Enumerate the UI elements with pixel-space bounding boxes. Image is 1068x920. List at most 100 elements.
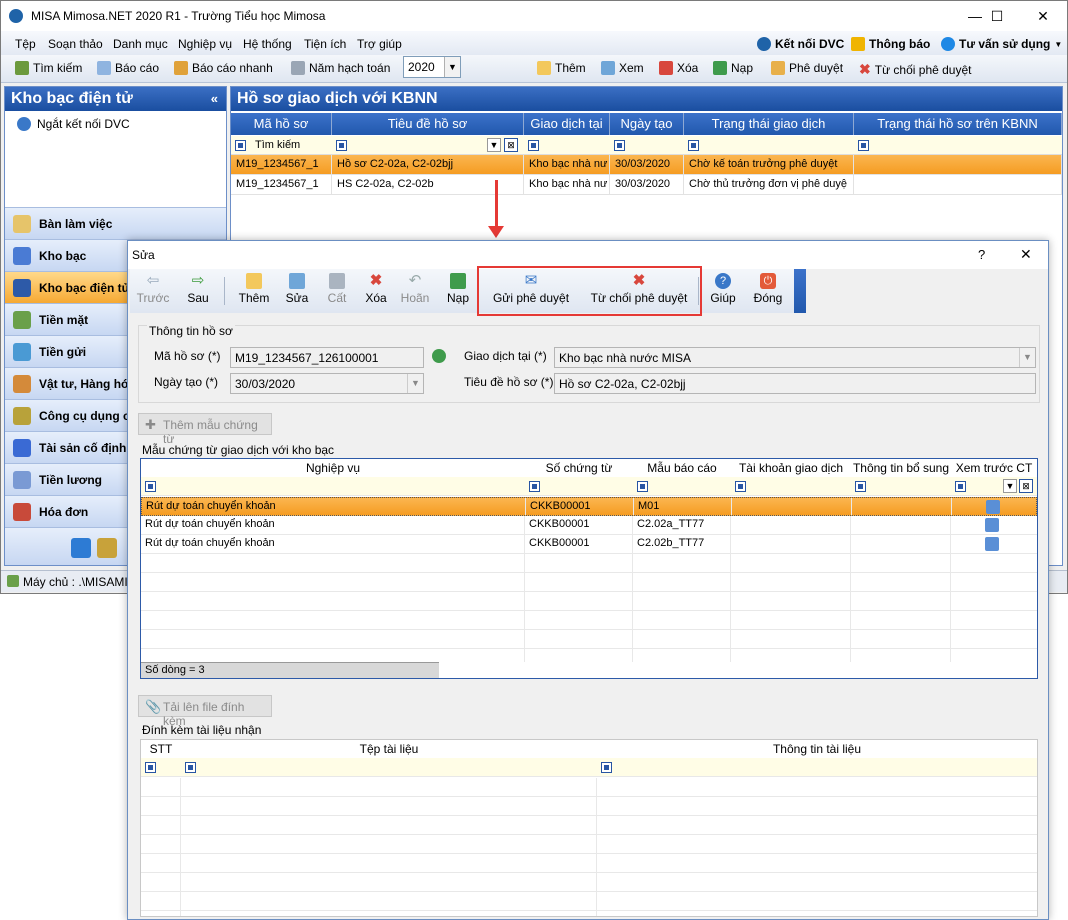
add-template-button[interactable]: ✚ Thêm mẫu chứng từ	[138, 413, 272, 446]
menu-file[interactable]: Tệp	[15, 37, 36, 51]
notifications-button[interactable]: Thông báo	[851, 37, 930, 51]
column-header[interactable]: Tiêu đề hồ sơ	[332, 113, 524, 135]
menu-edit[interactable]: Soạn thảo	[48, 37, 103, 51]
close-button[interactable]: ✕	[1021, 3, 1065, 29]
view-button[interactable]: Xem	[601, 61, 644, 75]
menu-utilities[interactable]: Tiện ích	[304, 37, 346, 51]
column-header[interactable]: Xem trước CT	[951, 459, 1037, 477]
filter-check-icon[interactable]	[614, 140, 625, 151]
column-header[interactable]: STT	[141, 740, 181, 758]
column-header[interactable]: Nghiệp vụ	[141, 459, 525, 477]
filter-check-icon[interactable]	[528, 140, 539, 151]
preview-icon[interactable]	[986, 500, 1000, 514]
dialog-help-button[interactable]: ?	[978, 247, 985, 262]
add-label: Thêm	[238, 291, 270, 305]
approve-button[interactable]: Phê duyệt	[771, 61, 843, 75]
column-header[interactable]: Mã hồ sơ	[231, 113, 332, 135]
column-header[interactable]: Ngày tạo	[610, 113, 684, 135]
filter-check-icon[interactable]	[336, 140, 347, 151]
filter-check-icon[interactable]	[688, 140, 699, 151]
date-field[interactable]: 30/03/2020 ▼	[230, 373, 424, 394]
filter-check-icon[interactable]	[145, 481, 156, 492]
menu-catalog[interactable]: Danh mục	[113, 37, 168, 51]
column-header[interactable]: Trạng thái hồ sơ trên KBNN	[854, 113, 1062, 135]
dialog-delete-button[interactable]: ✖ Xóa	[358, 269, 394, 313]
regenerate-icon[interactable]	[432, 349, 446, 363]
location-field[interactable]: Kho bạc nhà nước MISA ▼	[554, 347, 1036, 368]
chevron-down-icon[interactable]: ▼	[1003, 479, 1017, 493]
connect-dvc-button[interactable]: Kết nối DVC	[757, 37, 844, 51]
filter-search-text[interactable]: Tìm kiếm	[255, 139, 300, 151]
dialog-close-toolbar-button[interactable]: ⏻ Đóng	[748, 269, 788, 313]
prev-button[interactable]: ⇦ Trước	[136, 269, 170, 313]
dialog-refresh-button[interactable]: Nạp	[442, 269, 474, 313]
column-header[interactable]: Thông tin tài liệu	[597, 740, 1037, 758]
quick-report-button[interactable]: Báo cáo nhanh	[174, 61, 273, 75]
preview-icon[interactable]	[985, 518, 999, 532]
table-row[interactable]: M19_1234567_1 HS C2-02a, C2-02b Kho bạc …	[231, 175, 1062, 195]
templates-section-title: Mẫu chứng từ giao dịch với kho bạc	[142, 443, 335, 457]
column-header[interactable]: Trạng thái giao dịch	[684, 113, 854, 135]
collapse-icon[interactable]: «	[211, 91, 218, 106]
edit-icon	[289, 273, 305, 289]
dialog-undo-button[interactable]: ↶ Hoãn	[396, 269, 434, 313]
clear-filter-icon[interactable]: ⊠	[504, 138, 518, 152]
tools-icon	[13, 407, 31, 425]
book-icon[interactable]	[71, 538, 91, 558]
title-field[interactable]: Hồ sơ C2-02a, C2-02bjj	[554, 373, 1036, 394]
table-row[interactable]: Rút dự toán chuyển khoản CKKB00001 M01	[141, 497, 1037, 516]
next-button[interactable]: ⇨ Sau	[180, 269, 216, 313]
maximize-button[interactable]: ☐	[975, 3, 1019, 29]
table-row[interactable]: M19_1234567_1 Hồ sơ C2-02a, C2-02bjj Kho…	[231, 155, 1062, 175]
column-header[interactable]: Tài khoản giao dịch	[731, 459, 851, 477]
tools-shortcut-icon[interactable]	[97, 538, 117, 558]
delete-button[interactable]: Xóa	[659, 61, 698, 75]
add-button[interactable]: Thêm	[537, 61, 586, 75]
fiscal-year-select[interactable]: 2020 ▼	[403, 56, 461, 78]
menu-system[interactable]: Hệ thống	[243, 37, 292, 51]
nav-item-desk[interactable]: Bàn làm việc	[5, 207, 226, 239]
filter-check-icon[interactable]	[145, 762, 156, 773]
filter-check-icon[interactable]	[637, 481, 648, 492]
column-header[interactable]: Tệp tài liệu	[181, 740, 597, 758]
power-icon: ⏻	[760, 273, 776, 289]
menu-help[interactable]: Trợ giúp	[357, 37, 402, 51]
column-header[interactable]: Số chứng từ	[525, 459, 633, 477]
clear-filter-icon[interactable]: ⊠	[1019, 479, 1033, 493]
filter-check-icon[interactable]	[235, 140, 246, 151]
report-button[interactable]: Báo cáo	[97, 61, 159, 75]
code-field[interactable]: M19_1234567_126100001	[230, 347, 424, 368]
menu-operations[interactable]: Nghiệp vụ	[178, 37, 232, 51]
table-row[interactable]: Rút dự toán chuyển khoản CKKB00001 C2.02…	[141, 516, 1037, 535]
cell-voucher-no: CKKB00001	[525, 516, 633, 534]
dialog-save-button[interactable]: Cất	[320, 269, 354, 313]
preview-icon[interactable]	[985, 537, 999, 551]
dialog-close-button[interactable]: ✕	[1020, 246, 1032, 263]
column-header[interactable]: Giao dịch tại	[524, 113, 610, 135]
upload-attachment-button[interactable]: 📎 Tải lên file đính kèm	[138, 695, 272, 728]
attachments-grid-header: STT Tệp tài liệu Thông tin tài liệu	[141, 740, 1037, 758]
chevron-down-icon[interactable]: ▼	[487, 138, 501, 152]
cell-title: Hồ sơ C2-02a, C2-02bjj	[332, 155, 524, 174]
dialog-help-toolbar-button[interactable]: ? Giúp	[706, 269, 740, 313]
dialog-add-button[interactable]: Thêm	[234, 269, 274, 313]
nav-label: Tiền mặt	[39, 313, 89, 327]
filter-check-icon[interactable]	[185, 762, 196, 773]
left-panel-title: Kho bạc điện tử	[11, 90, 133, 107]
search-button[interactable]: Tìm kiếm	[15, 61, 82, 75]
filter-check-icon[interactable]	[855, 481, 866, 492]
filter-check-icon[interactable]	[955, 481, 966, 492]
reject-button[interactable]: ✖ Từ chối phê duyệt	[859, 61, 972, 78]
consult-button[interactable]: Tư vấn sử dụng ▼	[941, 37, 1062, 51]
refresh-button[interactable]: Nạp	[713, 61, 753, 75]
filter-check-icon[interactable]	[601, 762, 612, 773]
toolbar-overflow-handle[interactable]	[794, 269, 806, 313]
tree-item-disconnect[interactable]: Ngắt kết nối DVC	[17, 117, 130, 131]
dialog-edit-button[interactable]: Sửa	[280, 269, 314, 313]
column-header[interactable]: Thông tin bổ sung	[851, 459, 951, 477]
filter-check-icon[interactable]	[858, 140, 869, 151]
filter-check-icon[interactable]	[529, 481, 540, 492]
filter-check-icon[interactable]	[735, 481, 746, 492]
column-header[interactable]: Mẫu báo cáo	[633, 459, 731, 477]
table-row[interactable]: Rút dự toán chuyển khoản CKKB00001 C2.02…	[141, 535, 1037, 554]
